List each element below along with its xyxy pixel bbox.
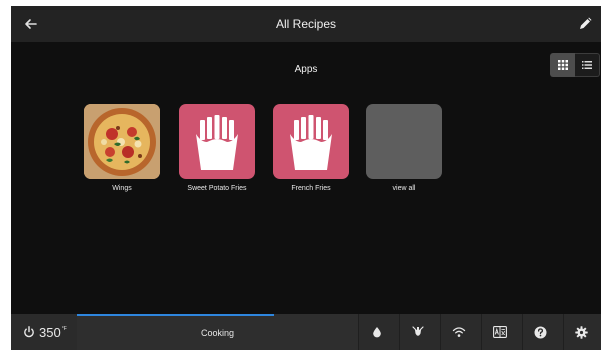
probe-icon [411, 326, 424, 336]
view-all-placeholder [366, 104, 442, 179]
help-icon [534, 326, 547, 338]
temperature-control[interactable]: 350 °F [11, 314, 77, 350]
language-icon [492, 326, 507, 338]
back-button[interactable] [19, 12, 43, 36]
temperature-value: 350 [39, 324, 61, 340]
fries-icon [290, 114, 332, 170]
arrow-left-icon [25, 19, 37, 29]
recipe-tile-french-fries[interactable]: French Fries [273, 104, 349, 192]
recipe-tile-wings[interactable]: Wings [84, 104, 160, 192]
top-bar: All Recipes [11, 6, 601, 42]
help-button[interactable] [522, 314, 558, 350]
wifi-icon [452, 327, 465, 337]
water-button[interactable] [358, 314, 394, 350]
view-all-tile[interactable]: view all [366, 104, 442, 192]
settings-icon [575, 325, 588, 339]
tile-label: French Fries [291, 185, 331, 192]
fries-icon [196, 114, 238, 170]
app-screen: All Recipes Apps Wings Sweet Potato Frie… [11, 6, 601, 350]
bottom-bar: 350 °F Cooking [11, 314, 601, 350]
cooking-status-label: Cooking [200, 328, 235, 338]
power-icon [24, 326, 34, 338]
tile-label: Wings [112, 185, 132, 192]
pencil-icon [580, 17, 592, 29]
temperature-unit: °F [61, 325, 67, 332]
edit-button[interactable] [573, 12, 597, 36]
cooking-status-button[interactable]: Cooking [77, 314, 358, 350]
water-drop-icon [372, 327, 381, 338]
tile-label: view all [392, 185, 416, 192]
settings-button[interactable] [563, 314, 599, 350]
page-title: All Recipes [275, 17, 337, 31]
language-button[interactable] [481, 314, 517, 350]
section-title: Apps [294, 64, 318, 75]
pizza-photo [84, 104, 160, 179]
probe-button[interactable] [399, 314, 435, 350]
tile-label: Sweet Potato Fries [187, 185, 247, 192]
recipe-tile-sweet-potato-fries[interactable]: Sweet Potato Fries [179, 104, 255, 192]
wifi-button[interactable] [440, 314, 476, 350]
